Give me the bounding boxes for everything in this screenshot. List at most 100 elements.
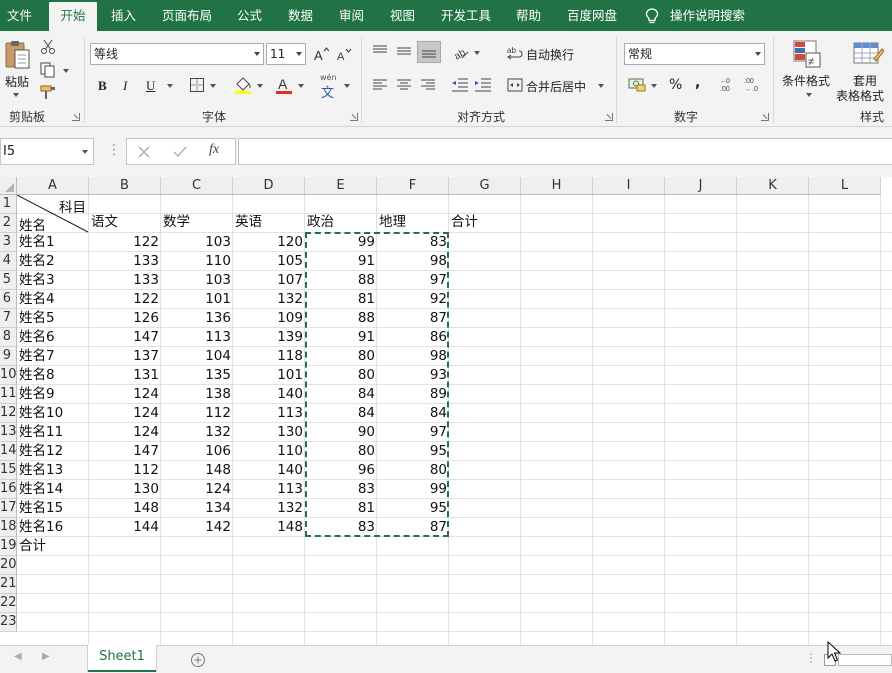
sheet-tab-sheet1[interactable]: Sheet1 bbox=[88, 645, 156, 672]
paste-icon[interactable] bbox=[4, 39, 32, 71]
font-size-combobox[interactable]: 11 bbox=[266, 43, 306, 65]
score-cell[interactable]: 110 bbox=[233, 442, 305, 461]
row-header-20[interactable]: 20 bbox=[0, 556, 17, 575]
name-cell[interactable]: 姓名1 bbox=[17, 233, 89, 252]
row-header-7[interactable]: 7 bbox=[0, 309, 17, 328]
score-cell[interactable]: 113 bbox=[161, 328, 233, 347]
bold-button[interactable]: B bbox=[98, 78, 107, 94]
font-dialog-launcher[interactable] bbox=[350, 113, 358, 121]
scroll-sheets-left-icon[interactable]: ◀ bbox=[14, 651, 22, 662]
accounting-format-icon[interactable] bbox=[628, 76, 646, 92]
score-cell[interactable]: 130 bbox=[89, 480, 161, 499]
column-header-L[interactable]: L bbox=[809, 177, 881, 195]
row-header-3[interactable]: 3 bbox=[0, 233, 17, 252]
increase-decimal-icon[interactable]: ← 0 .00 bbox=[720, 76, 738, 92]
tell-me-search[interactable]: 操作说明搜索 bbox=[670, 0, 745, 31]
confirm-entry-icon[interactable] bbox=[173, 146, 187, 158]
score-cell[interactable]: 124 bbox=[89, 404, 161, 423]
phonetic-dropdown-caret[interactable] bbox=[344, 84, 350, 88]
comma-style-button[interactable]: , bbox=[695, 75, 700, 91]
cut-icon[interactable] bbox=[40, 39, 56, 55]
row-header-11[interactable]: 11 bbox=[0, 385, 17, 404]
score-cell[interactable]: 112 bbox=[161, 404, 233, 423]
score-cell[interactable]: 147 bbox=[89, 442, 161, 461]
tab-insert[interactable]: 插入 bbox=[111, 0, 136, 31]
score-cell[interactable]: 132 bbox=[233, 499, 305, 518]
merge-center-dropdown-caret[interactable] bbox=[598, 84, 604, 88]
name-cell[interactable]: 姓名8 bbox=[17, 366, 89, 385]
score-cell[interactable]: 112 bbox=[89, 461, 161, 480]
score-cell[interactable]: 101 bbox=[161, 290, 233, 309]
copy-dropdown-caret[interactable] bbox=[63, 69, 69, 73]
score-cell[interactable]: 147 bbox=[89, 328, 161, 347]
row-header-15[interactable]: 15 bbox=[0, 461, 17, 480]
score-cell[interactable]: 137 bbox=[89, 347, 161, 366]
row-header-10[interactable]: 10 bbox=[0, 366, 17, 385]
row-header-19[interactable]: 19 bbox=[0, 537, 17, 556]
score-cell[interactable]: 135 bbox=[161, 366, 233, 385]
score-cell[interactable]: 103 bbox=[161, 233, 233, 252]
paste-label[interactable]: 粘贴 bbox=[5, 73, 29, 90]
conditional-formatting-label[interactable]: 条件格式 bbox=[782, 72, 830, 89]
score-cell[interactable]: 132 bbox=[233, 290, 305, 309]
column-header-F[interactable]: F bbox=[377, 177, 449, 195]
column-header-H[interactable]: H bbox=[521, 177, 593, 195]
tab-help[interactable]: 帮助 bbox=[516, 0, 541, 31]
score-cell[interactable]: 124 bbox=[89, 423, 161, 442]
score-cell[interactable]: 130 bbox=[233, 423, 305, 442]
row-header-17[interactable]: 17 bbox=[0, 499, 17, 518]
cell-A1-diagonal-header[interactable]: 科目 姓名 bbox=[17, 195, 89, 234]
tab-formulas[interactable]: 公式 bbox=[237, 0, 262, 31]
align-middle-icon[interactable] bbox=[396, 44, 412, 58]
header-cell[interactable]: 英语 bbox=[233, 213, 305, 232]
align-left-icon[interactable] bbox=[372, 78, 388, 92]
score-cell[interactable]: 144 bbox=[89, 518, 161, 537]
orientation-icon[interactable]: ab bbox=[452, 44, 470, 60]
tab-file[interactable]: 文件 bbox=[7, 0, 32, 31]
name-cell[interactable]: 姓名9 bbox=[17, 385, 89, 404]
score-cell[interactable]: 138 bbox=[161, 385, 233, 404]
name-cell[interactable]: 姓名13 bbox=[17, 461, 89, 480]
name-cell[interactable]: 姓名12 bbox=[17, 442, 89, 461]
row-header-8[interactable]: 8 bbox=[0, 328, 17, 347]
decrease-font-size-icon[interactable]: A bbox=[336, 47, 352, 63]
paste-dropdown-caret[interactable] bbox=[13, 93, 19, 97]
borders-dropdown-caret[interactable] bbox=[210, 84, 216, 88]
score-cell[interactable]: 148 bbox=[233, 518, 305, 537]
row-header-4[interactable]: 4 bbox=[0, 252, 17, 271]
score-cell[interactable]: 134 bbox=[161, 499, 233, 518]
header-cell[interactable]: 地理 bbox=[377, 213, 449, 232]
align-right-icon[interactable] bbox=[420, 78, 436, 92]
formula-input[interactable] bbox=[238, 138, 892, 165]
row-header-12[interactable]: 12 bbox=[0, 404, 17, 423]
underline-button[interactable]: U bbox=[146, 78, 155, 94]
header-cell[interactable]: 语文 bbox=[89, 213, 161, 232]
score-cell[interactable]: 113 bbox=[233, 404, 305, 423]
column-header-K[interactable]: K bbox=[737, 177, 809, 195]
align-bottom-button[interactable] bbox=[417, 41, 441, 63]
format-as-table-label-2[interactable]: 表格格式 bbox=[836, 87, 884, 104]
font-color-dropdown-caret[interactable] bbox=[298, 84, 304, 88]
align-top-icon[interactable] bbox=[372, 44, 388, 58]
row-header-14[interactable]: 14 bbox=[0, 442, 17, 461]
row-header-9[interactable]: 9 bbox=[0, 347, 17, 366]
number-dialog-launcher[interactable] bbox=[761, 113, 769, 121]
header-cell[interactable]: 政治 bbox=[305, 213, 377, 232]
font-color-icon[interactable]: A bbox=[275, 75, 293, 95]
column-header-A[interactable]: A bbox=[17, 177, 89, 195]
name-cell[interactable]: 姓名11 bbox=[17, 423, 89, 442]
tab-developer[interactable]: 开发工具 bbox=[441, 0, 491, 31]
row-header-22[interactable]: 22 bbox=[0, 594, 17, 613]
column-header-C[interactable]: C bbox=[161, 177, 233, 195]
insert-function-button[interactable]: fx bbox=[209, 142, 219, 158]
score-cell[interactable]: 105 bbox=[233, 252, 305, 271]
font-name-combobox[interactable]: 等线 bbox=[90, 43, 264, 65]
score-cell[interactable]: 120 bbox=[233, 233, 305, 252]
row-header-18[interactable]: 18 bbox=[0, 518, 17, 537]
borders-icon[interactable] bbox=[189, 77, 205, 93]
score-cell[interactable]: 140 bbox=[233, 385, 305, 404]
score-cell[interactable]: 103 bbox=[161, 271, 233, 290]
underline-dropdown-caret[interactable] bbox=[167, 84, 173, 88]
row-header-5[interactable]: 5 bbox=[0, 271, 17, 290]
score-cell[interactable]: 101 bbox=[233, 366, 305, 385]
